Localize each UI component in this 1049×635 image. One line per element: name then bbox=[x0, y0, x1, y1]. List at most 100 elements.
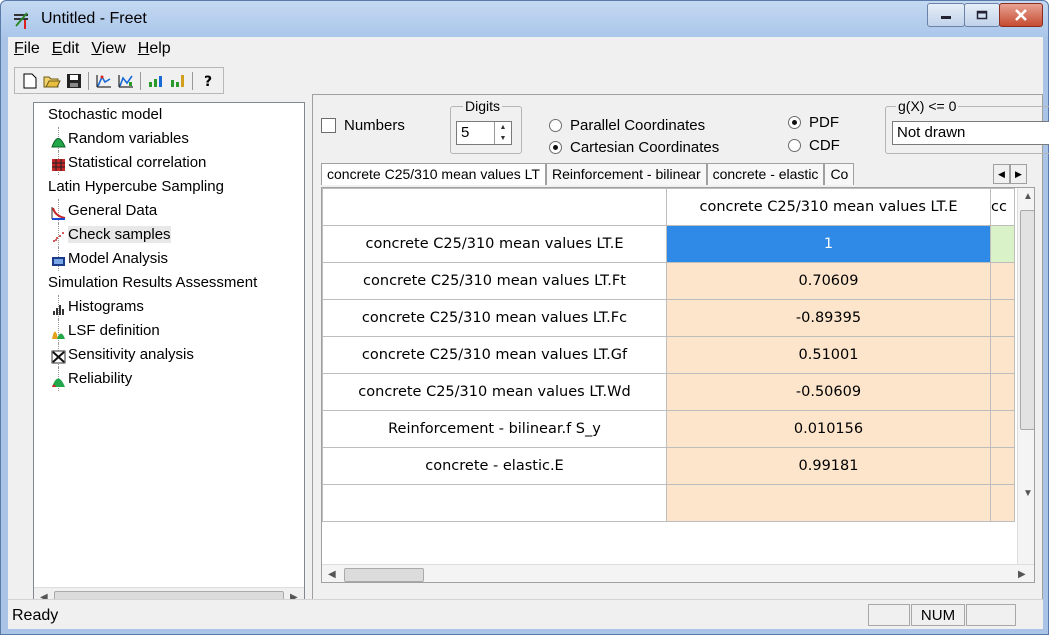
row-header[interactable]: concrete C25/310 mean values LT.E bbox=[322, 225, 667, 263]
scroll-up-icon[interactable]: ▲ bbox=[1023, 191, 1033, 202]
tree-item[interactable]: Sensitivity analysis bbox=[34, 343, 304, 367]
cartesian-coordinates-radio[interactable]: Cartesian Coordinates bbox=[549, 139, 719, 156]
sensitivity-icon bbox=[51, 348, 66, 364]
menu-edit-rest: dit bbox=[62, 40, 80, 57]
parallel-coordinates-radio[interactable]: Parallel Coordinates bbox=[549, 117, 705, 134]
correlation-cell-cut[interactable] bbox=[990, 262, 1015, 300]
grid-scroll-left-icon[interactable]: ◀ bbox=[328, 569, 336, 580]
cartesian-label: Cartesian Coordinates bbox=[570, 139, 720, 156]
row-header[interactable]: concrete C25/310 mean values LT.Fc bbox=[322, 299, 667, 337]
grid-vscroll-thumb[interactable] bbox=[1020, 210, 1034, 430]
grid-column-header-cut[interactable]: cc bbox=[990, 188, 1015, 226]
tab-variable-group[interactable]: Reinforcement - bilinear bbox=[545, 163, 707, 185]
help-button[interactable]: ? bbox=[197, 70, 219, 92]
row-header[interactable]: concrete - elastic.E bbox=[322, 447, 667, 485]
digits-spin-buttons[interactable]: ▲ ▼ bbox=[494, 122, 511, 144]
row-header[interactable]: concrete C25/310 mean values LT.Gf bbox=[322, 336, 667, 374]
menu-edit[interactable]: Edit bbox=[46, 37, 80, 63]
correlation-cell[interactable]: 0.51001 bbox=[666, 336, 991, 374]
cdf-radio-dot[interactable] bbox=[788, 139, 801, 152]
bars-b-button[interactable] bbox=[167, 70, 189, 92]
scroll-down-icon[interactable]: ▼ bbox=[1023, 488, 1033, 499]
menu-help[interactable]: Help bbox=[132, 37, 171, 63]
model-tree[interactable]: Stochastic model Random variables Statisti… bbox=[33, 102, 305, 608]
tree-item-label: Latin Hypercube Sampling bbox=[48, 178, 224, 195]
correlation-cell[interactable]: 1 bbox=[666, 225, 991, 263]
tab-variable-group[interactable]: concrete - elastic bbox=[706, 163, 825, 185]
g-function-select[interactable]: Not drawn bbox=[892, 121, 1049, 145]
tree-item[interactable]: Random variables bbox=[34, 127, 304, 151]
new-icon bbox=[23, 73, 37, 88]
tree-item[interactable]: Histograms bbox=[34, 295, 304, 319]
close-icon bbox=[1015, 9, 1027, 21]
grid-scroll-right-icon[interactable]: ▶ bbox=[1018, 569, 1026, 580]
chart-b-button[interactable] bbox=[115, 70, 137, 92]
spin-down-icon[interactable]: ▼ bbox=[495, 133, 511, 144]
numbers-checkbox-box[interactable] bbox=[321, 118, 336, 133]
correlation-cell[interactable]: -0.89395 bbox=[666, 299, 991, 337]
bars-a-button[interactable] bbox=[145, 70, 167, 92]
minimize-button[interactable] bbox=[927, 3, 965, 27]
row-header[interactable] bbox=[322, 484, 667, 522]
open-button[interactable] bbox=[41, 70, 63, 92]
menu-view[interactable]: View bbox=[85, 37, 125, 63]
correlation-cell-cut[interactable] bbox=[990, 484, 1015, 522]
digits-spinner[interactable]: 5 ▲ ▼ bbox=[456, 121, 512, 145]
window-title: Untitled - Freet bbox=[41, 10, 147, 27]
tree-item[interactable]: Check samples bbox=[34, 223, 304, 247]
digits-value[interactable]: 5 bbox=[461, 124, 469, 141]
parallel-radio-dot[interactable] bbox=[549, 119, 562, 132]
tree-item[interactable]: LSF definition bbox=[34, 319, 304, 343]
tree-item[interactable]: General Data bbox=[34, 199, 304, 223]
correlation-grid[interactable]: concrete C25/310 mean values LT.E cc con… bbox=[321, 187, 1035, 583]
row-header[interactable]: concrete C25/310 mean values LT.Wd bbox=[322, 373, 667, 411]
new-button[interactable] bbox=[19, 70, 41, 92]
correlation-cell[interactable]: 0.70609 bbox=[666, 262, 991, 300]
tree-item[interactable]: Statistical correlation bbox=[34, 151, 304, 175]
row-header[interactable]: Reinforcement - bilinear.f S_y bbox=[322, 410, 667, 448]
chart-a-button[interactable] bbox=[93, 70, 115, 92]
row-header[interactable]: concrete C25/310 mean values LT.Ft bbox=[322, 262, 667, 300]
correlation-cell[interactable]: -0.50609 bbox=[666, 373, 991, 411]
tab-variable-group[interactable]: concrete C25/310 mean values LT bbox=[321, 163, 546, 185]
tree-item[interactable]: Model Analysis bbox=[34, 247, 304, 271]
variable-tabs: concrete C25/310 mean values LT Reinforce… bbox=[321, 163, 1031, 186]
tree-item[interactable]: Stochastic model bbox=[34, 103, 304, 127]
grid-column-header[interactable]: concrete C25/310 mean values LT.E bbox=[666, 188, 991, 226]
table-row bbox=[322, 484, 1015, 522]
correlation-cell-cut[interactable] bbox=[990, 373, 1015, 411]
pdf-radio[interactable]: PDF bbox=[788, 114, 839, 131]
tree-item-label: Random variables bbox=[68, 130, 189, 147]
spin-up-icon[interactable]: ▲ bbox=[495, 122, 511, 133]
correlation-cell[interactable] bbox=[666, 484, 991, 522]
correlation-cell-cut[interactable] bbox=[990, 410, 1015, 448]
tree-item[interactable]: Reliability bbox=[34, 367, 304, 391]
correlation-cell-cut[interactable] bbox=[990, 447, 1015, 485]
correlation-cell[interactable]: 0.010156 bbox=[666, 410, 991, 448]
close-button[interactable] bbox=[999, 3, 1043, 27]
grid-horizontal-scrollbar[interactable]: ◀ ▶ bbox=[322, 564, 1034, 582]
cartesian-radio-dot[interactable] bbox=[549, 141, 562, 154]
cdf-radio[interactable]: CDF bbox=[788, 137, 840, 154]
menu-file[interactable]: File bbox=[8, 37, 40, 63]
maximize-button[interactable] bbox=[964, 3, 1000, 27]
tab-scroll-left-icon[interactable]: ◀ bbox=[993, 164, 1010, 184]
correlation-cell-cut[interactable] bbox=[990, 225, 1015, 263]
tab-scroll-right-icon[interactable]: ▶ bbox=[1010, 164, 1027, 184]
table-row: concrete - elastic.E 0.99181 bbox=[322, 447, 1015, 485]
correlation-cell-cut[interactable] bbox=[990, 299, 1015, 337]
tree-item[interactable]: Simulation Results Assessment bbox=[34, 271, 304, 295]
numbers-checkbox[interactable]: Numbers bbox=[321, 117, 405, 134]
correlation-cell[interactable]: 0.99181 bbox=[666, 447, 991, 485]
grid-vertical-scrollbar[interactable]: ▲ ▼ bbox=[1017, 188, 1034, 564]
menu-file-rest: ile bbox=[23, 40, 40, 57]
title-bar[interactable]: Untitled - Freet bbox=[1, 1, 1048, 37]
table-row: Reinforcement - bilinear.f S_y 0.010156 bbox=[322, 410, 1015, 448]
save-button[interactable] bbox=[63, 70, 85, 92]
tab-variable-group[interactable]: Co bbox=[824, 163, 855, 185]
correlation-grid-icon bbox=[51, 156, 66, 171]
tree-item[interactable]: Latin Hypercube Sampling bbox=[34, 175, 304, 199]
grid-hscroll-thumb[interactable] bbox=[344, 568, 424, 582]
pdf-radio-dot[interactable] bbox=[788, 116, 801, 129]
correlation-cell-cut[interactable] bbox=[990, 336, 1015, 374]
